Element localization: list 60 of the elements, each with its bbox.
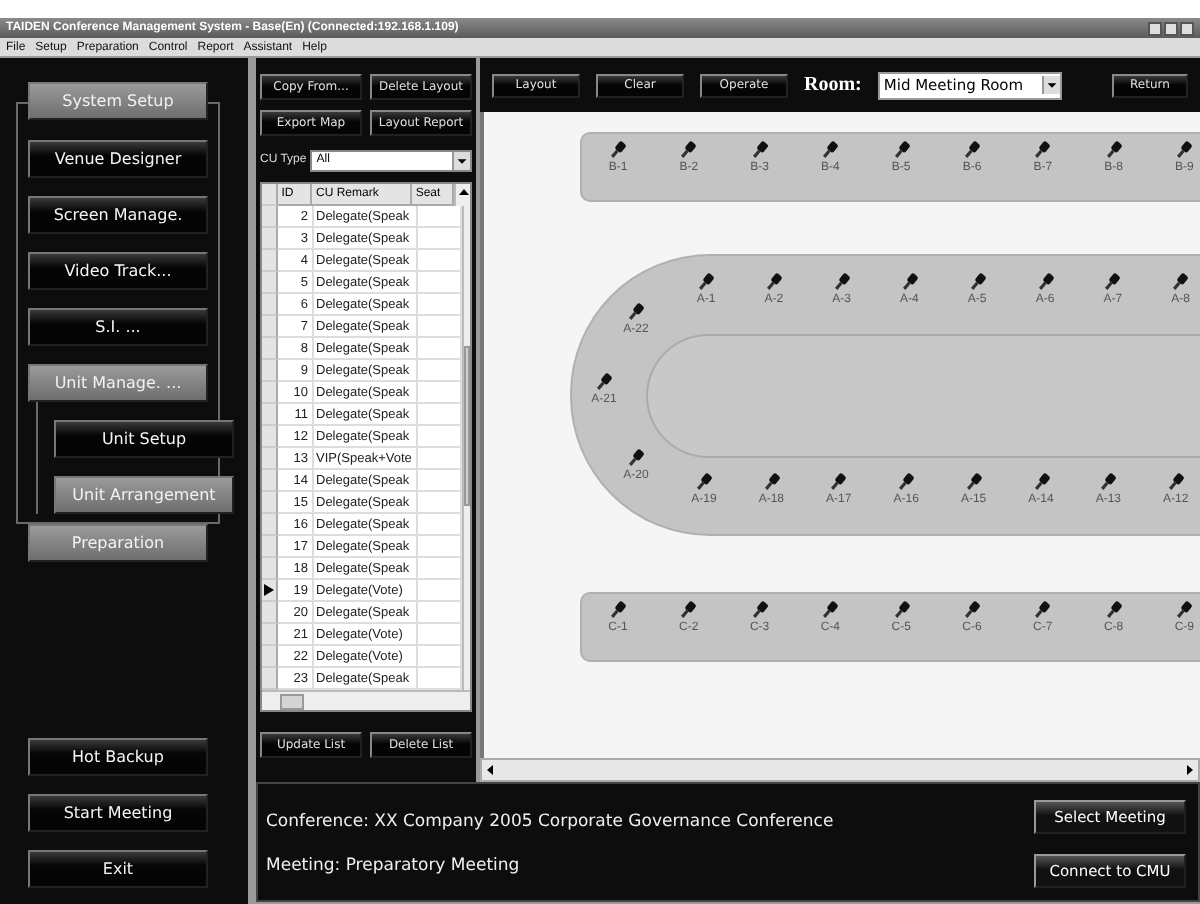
vertical-scrollbar[interactable]: [462, 206, 470, 690]
microphone-icon: [761, 472, 782, 492]
scroll-left-icon[interactable]: [482, 762, 498, 778]
scroll-right-icon[interactable]: [1182, 762, 1198, 778]
microphone-icon: [749, 600, 770, 620]
nav-button[interactable]: Exit: [28, 850, 208, 888]
conference-text: Conference: XX Company 2005 Corporate Governance Conference: [266, 812, 834, 832]
microphone-icon: [963, 472, 984, 492]
nav-button[interactable]: Hot Backup: [28, 738, 208, 776]
microphone-icon: [1103, 600, 1124, 620]
microphone-icon: [891, 140, 912, 160]
nav-button[interactable]: Unit Setup: [54, 420, 234, 458]
microphone-icon: [962, 600, 982, 620]
microphone-icon: [1170, 272, 1191, 292]
microphone-icon: [694, 472, 714, 492]
microphone-icon: [626, 302, 646, 322]
microphone-icon: [1035, 272, 1055, 292]
microphone-icon: [763, 272, 784, 292]
microphone-icon: [1174, 140, 1195, 160]
microphone-icon: [1098, 472, 1119, 492]
nav-button[interactable]: Start Meeting: [28, 794, 208, 832]
nav-button[interactable]: Screen Manage.: [28, 196, 208, 234]
meeting-text: Meeting: Preparatory Meeting: [266, 856, 522, 876]
microphone-icon: [967, 272, 988, 292]
microphone-icon: [678, 600, 699, 620]
minimize-icon[interactable]: [1148, 22, 1162, 36]
room-label: Room:: [804, 74, 862, 96]
scroll-up-icon[interactable]: [456, 184, 472, 200]
microphone-icon: [626, 448, 646, 468]
microphone-icon: [608, 140, 628, 160]
horizontal-scrollbar[interactable]: [480, 758, 1200, 782]
microphone-icon: [1103, 140, 1124, 160]
nav-button[interactable]: Video Track...: [28, 252, 208, 290]
row-header[interactable]: [262, 580, 278, 602]
microphone-icon: [962, 140, 982, 160]
microphone-icon: [608, 600, 628, 620]
microphone-icon: [1102, 272, 1123, 292]
nav-button[interactable]: S.I. ...: [28, 308, 208, 346]
microphone-icon: [891, 600, 912, 620]
microphone-icon: [828, 472, 849, 492]
maximize-icon[interactable]: [1164, 22, 1178, 36]
microphone-icon: [1032, 140, 1053, 160]
microphone-icon: [831, 272, 852, 292]
header-corner: [262, 184, 278, 206]
microphone-icon: [749, 140, 770, 160]
row-pointer-icon: [264, 584, 274, 596]
microphone-icon: [594, 372, 614, 392]
microphone-icon: [1032, 600, 1053, 620]
microphone-icon: [1174, 600, 1195, 620]
microphone-icon: [678, 140, 699, 160]
close-icon[interactable]: [1180, 22, 1194, 36]
microphone-icon: [896, 472, 917, 492]
microphone-icon: [1165, 472, 1186, 492]
microphone-icon: [820, 600, 841, 620]
microphone-icon: [899, 272, 920, 292]
horizontal-scrollbar[interactable]: [262, 690, 470, 710]
microphone-icon: [820, 140, 841, 160]
microphone-icon: [1031, 472, 1051, 492]
microphone-icon: [696, 272, 716, 292]
nav-button[interactable]: Venue Designer: [28, 140, 208, 178]
